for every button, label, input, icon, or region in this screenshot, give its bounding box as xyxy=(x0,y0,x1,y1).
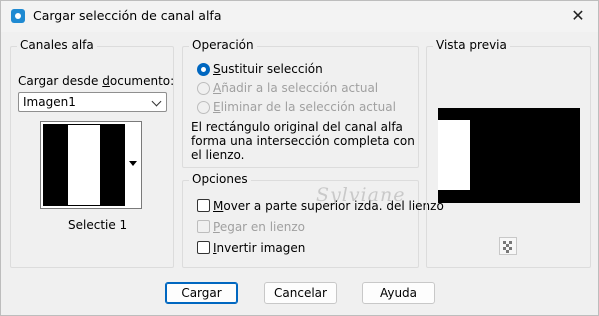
load-from-document-label: Cargar desde documento: xyxy=(18,74,174,88)
remove-accel: E xyxy=(213,100,221,114)
paste-rest: egar en lienzo xyxy=(219,220,306,234)
preview-image xyxy=(438,108,580,203)
radio-replace-selection[interactable] xyxy=(197,63,210,76)
checkbox-invert-image-label[interactable]: Invertir imagen xyxy=(213,241,305,255)
operation-description-line1: El rectángulo original del canal alfa xyxy=(191,120,403,134)
radio-replace-label[interactable]: Sustituir selección xyxy=(213,62,323,76)
preview-white-region xyxy=(438,120,470,190)
checkbox-move-top-left-label[interactable]: Mover a parte superior izda. del lienzo xyxy=(213,199,444,213)
app-icon xyxy=(11,9,25,23)
checker-cell xyxy=(506,250,509,253)
load-label-prefix: Cargar desde xyxy=(18,74,103,88)
document-select[interactable]: Imagen1 xyxy=(18,92,167,112)
thumbnail-black-bar-right xyxy=(100,125,124,205)
checker-cell xyxy=(509,241,512,244)
cancel-button[interactable]: Cancelar xyxy=(264,282,337,304)
chevron-down-icon xyxy=(151,96,162,107)
close-button[interactable]: ✕ xyxy=(564,4,592,28)
add-accel: A xyxy=(213,81,222,95)
thumbnail-black-bar-left xyxy=(44,125,68,205)
radio-add-selection[interactable] xyxy=(197,82,210,95)
invert-rest: nvertir imagen xyxy=(216,241,306,255)
options-title: Opciones xyxy=(189,172,251,186)
add-rest: ñadir a la selección actual xyxy=(221,81,379,95)
thumbnail-dropdown-button[interactable] xyxy=(125,122,141,208)
channel-thumbnail xyxy=(43,124,125,206)
replace-rest: ustituir selección xyxy=(220,62,323,76)
window-title: Cargar selección de canal alfa xyxy=(33,8,222,23)
document-select-value: Imagen1 xyxy=(23,95,76,109)
radio-remove-selection[interactable] xyxy=(197,101,210,114)
channel-name-label: Selectie 1 xyxy=(68,218,128,232)
help-button[interactable]: Ayuda xyxy=(362,282,435,304)
move-accel: M xyxy=(213,199,224,213)
preview-title: Vista previa xyxy=(433,38,510,52)
paste-accel: P xyxy=(213,220,220,234)
channel-thumbnail-picker[interactable] xyxy=(40,121,142,209)
checkbox-paste-canvas-label[interactable]: Pegar en lienzo xyxy=(213,220,305,234)
title-bar: Cargar selección de canal alfa ✕ xyxy=(1,1,598,32)
checkbox-move-top-left[interactable] xyxy=(197,199,210,212)
checkbox-invert-image[interactable] xyxy=(197,241,210,254)
operation-description-line2: forma una intersección completa con xyxy=(191,134,415,148)
move-rest: over a parte superior izda. del lienzo xyxy=(223,199,444,213)
load-label-suffix: ocumento: xyxy=(109,74,175,88)
replace-accel: S xyxy=(213,62,221,76)
load-button[interactable]: Cargar xyxy=(165,282,238,304)
dialog-window: Cargar selección de canal alfa ✕ Canales… xyxy=(0,0,599,316)
operation-title: Operación xyxy=(189,38,257,52)
checkbox-paste-canvas[interactable] xyxy=(197,220,210,233)
dropdown-arrow-icon xyxy=(129,161,137,166)
radio-add-label[interactable]: Añadir a la selección actual xyxy=(213,81,378,95)
checker-cell xyxy=(509,247,512,250)
operation-description-line3: el lienzo. xyxy=(191,148,245,162)
checker-zoom-icon[interactable] xyxy=(499,237,517,255)
alpha-channels-title: Canales alfa xyxy=(17,38,97,52)
load-label-accel: d xyxy=(102,74,110,88)
radio-remove-label[interactable]: Eliminar de la selección actual xyxy=(213,100,396,114)
remove-rest: liminar de la selección actual xyxy=(220,100,396,114)
